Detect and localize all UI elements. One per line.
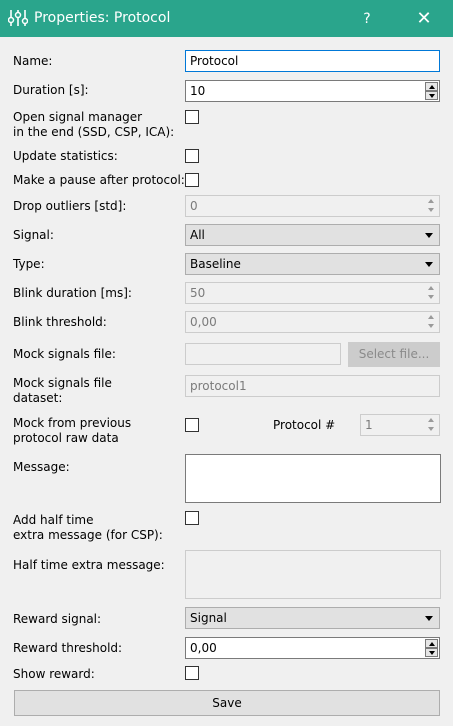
blink-duration-spin-arrows[interactable] bbox=[425, 284, 438, 302]
spin-down-icon[interactable] bbox=[425, 206, 438, 215]
reward-threshold-spin-arrows[interactable] bbox=[425, 639, 438, 657]
name-input[interactable]: Protocol bbox=[185, 50, 440, 72]
duration-label: Duration [s]: bbox=[13, 83, 89, 97]
protocol-number-spinbox[interactable]: 1 bbox=[360, 414, 440, 436]
blink-duration-label: Blink duration [ms]: bbox=[13, 286, 132, 300]
reward-signal-dropdown[interactable]: Signal bbox=[185, 607, 440, 629]
reward-threshold-label: Reward threshold: bbox=[13, 641, 123, 655]
add-half-time-checkbox[interactable] bbox=[185, 511, 199, 525]
window-title: Properties: Protocol bbox=[34, 10, 171, 26]
show-reward-label: Show reward: bbox=[13, 667, 95, 681]
reward-threshold-spinbox[interactable]: 0,00 bbox=[185, 637, 440, 659]
signal-label: Signal: bbox=[13, 228, 54, 242]
mock-previous-label-2: protocol raw data bbox=[13, 431, 119, 445]
reward-signal-value: Signal bbox=[190, 611, 227, 625]
signal-dropdown[interactable]: All bbox=[185, 224, 440, 246]
message-label: Message: bbox=[13, 460, 70, 474]
name-value: Protocol bbox=[190, 54, 239, 68]
protocol-number-label: Protocol # bbox=[273, 418, 336, 432]
half-time-message-label: Half time extra message: bbox=[13, 558, 165, 572]
chevron-down-icon bbox=[425, 616, 433, 621]
spin-up-icon[interactable] bbox=[425, 416, 438, 425]
drop-outliers-value: 0 bbox=[190, 199, 198, 213]
drop-outliers-spinbox[interactable]: 0 bbox=[185, 195, 440, 217]
save-button[interactable]: Save bbox=[14, 690, 440, 716]
type-dropdown[interactable]: Baseline bbox=[185, 253, 440, 275]
sliders-icon bbox=[8, 10, 28, 26]
mock-previous-label-1: Mock from previous bbox=[13, 416, 132, 430]
show-reward-checkbox[interactable] bbox=[185, 666, 199, 680]
add-half-time-label-1: Add half time bbox=[13, 513, 94, 527]
blink-threshold-spin-arrows[interactable] bbox=[425, 313, 438, 331]
reward-threshold-value: 0,00 bbox=[190, 641, 217, 655]
mock-dataset-input[interactable]: protocol1 bbox=[185, 375, 440, 397]
select-file-button[interactable]: Select file... bbox=[348, 342, 440, 367]
mock-previous-checkbox[interactable] bbox=[185, 418, 199, 432]
mock-signals-file-label: Mock signals file: bbox=[13, 347, 116, 361]
spin-down-icon[interactable] bbox=[425, 425, 438, 434]
spin-up-icon[interactable] bbox=[425, 313, 438, 322]
signal-value: All bbox=[190, 228, 205, 242]
blink-duration-spinbox[interactable]: 50 bbox=[185, 282, 440, 304]
drop-outliers-label: Drop outliers [std]: bbox=[13, 199, 127, 213]
protocol-number-spin-arrows[interactable] bbox=[425, 416, 438, 434]
message-textarea[interactable] bbox=[185, 454, 441, 503]
title-bar: Properties: Protocol ? ✕ bbox=[0, 0, 453, 37]
duration-spin-arrows[interactable] bbox=[425, 82, 438, 100]
blink-duration-value: 50 bbox=[190, 286, 206, 300]
type-label: Type: bbox=[13, 257, 45, 271]
pause-after-checkbox[interactable] bbox=[185, 173, 199, 187]
half-time-message-textarea[interactable] bbox=[185, 550, 441, 599]
spin-down-icon[interactable] bbox=[425, 91, 438, 100]
update-statistics-checkbox[interactable] bbox=[185, 149, 199, 163]
spin-down-icon[interactable] bbox=[425, 648, 438, 657]
duration-value: 10 bbox=[190, 84, 206, 98]
spin-down-icon[interactable] bbox=[425, 293, 438, 302]
mock-signals-file-input[interactable] bbox=[185, 343, 341, 365]
close-button[interactable]: ✕ bbox=[412, 8, 436, 30]
mock-dataset-value: protocol1 bbox=[190, 379, 247, 393]
spin-up-icon[interactable] bbox=[425, 284, 438, 293]
add-half-time-label-2: extra message (for CSP): bbox=[13, 528, 163, 542]
reward-signal-label: Reward signal: bbox=[13, 612, 102, 626]
update-statistics-label: Update statistics: bbox=[13, 149, 118, 163]
mock-dataset-label-1: Mock signals file bbox=[13, 376, 112, 390]
spin-up-icon[interactable] bbox=[425, 82, 438, 91]
open-signal-manager-checkbox[interactable] bbox=[185, 110, 199, 124]
name-label: Name: bbox=[13, 54, 53, 68]
duration-spinbox[interactable]: 10 bbox=[185, 80, 440, 102]
help-button[interactable]: ? bbox=[356, 8, 378, 30]
spin-up-icon[interactable] bbox=[425, 639, 438, 648]
protocol-number-value: 1 bbox=[365, 418, 373, 432]
blink-threshold-label: Blink threshold: bbox=[13, 315, 107, 329]
drop-outliers-spin-arrows[interactable] bbox=[425, 197, 438, 215]
chevron-down-icon bbox=[425, 233, 433, 238]
open-signal-manager-label-1: Open signal manager bbox=[13, 110, 143, 124]
chevron-down-icon bbox=[425, 262, 433, 267]
open-signal-manager-label-2: in the end (SSD, CSP, ICA): bbox=[13, 125, 175, 139]
blink-threshold-value: 0,00 bbox=[190, 315, 217, 329]
mock-dataset-label-2: dataset: bbox=[13, 391, 63, 405]
blink-threshold-spinbox[interactable]: 0,00 bbox=[185, 311, 440, 333]
spin-down-icon[interactable] bbox=[425, 322, 438, 331]
pause-after-label: Make a pause after protocol: bbox=[13, 173, 185, 187]
spin-up-icon[interactable] bbox=[425, 197, 438, 206]
type-value: Baseline bbox=[190, 257, 241, 271]
